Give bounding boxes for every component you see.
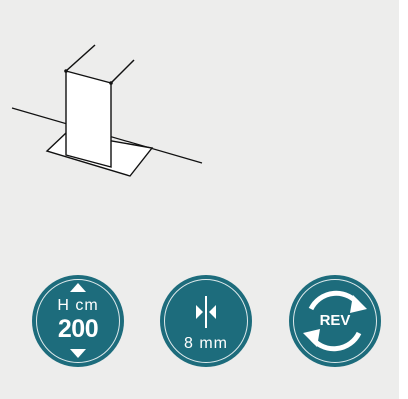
product-features-card: H cm 200 8 mm REV <box>0 0 399 399</box>
height-badge: H cm 200 <box>32 275 124 367</box>
reversible-badge: REV <box>289 275 381 367</box>
bar-joint-right <box>109 81 113 85</box>
thickness-badge: 8 mm <box>160 275 252 367</box>
height-value: 200 <box>57 315 99 343</box>
support-bar-left <box>65 44 96 72</box>
thickness-label: 8 mm <box>184 335 228 352</box>
bar-joint-left <box>64 69 68 73</box>
glass-thickness-icon <box>196 296 216 328</box>
support-bar-right <box>110 59 135 84</box>
triangle-down-icon <box>70 349 86 358</box>
triangle-up-icon <box>70 283 86 292</box>
height-unit-label: H cm <box>57 297 99 314</box>
walk-in-shower-panel-icon <box>11 44 203 177</box>
glass-panel <box>65 70 112 168</box>
reversible-label: REV <box>319 312 351 329</box>
